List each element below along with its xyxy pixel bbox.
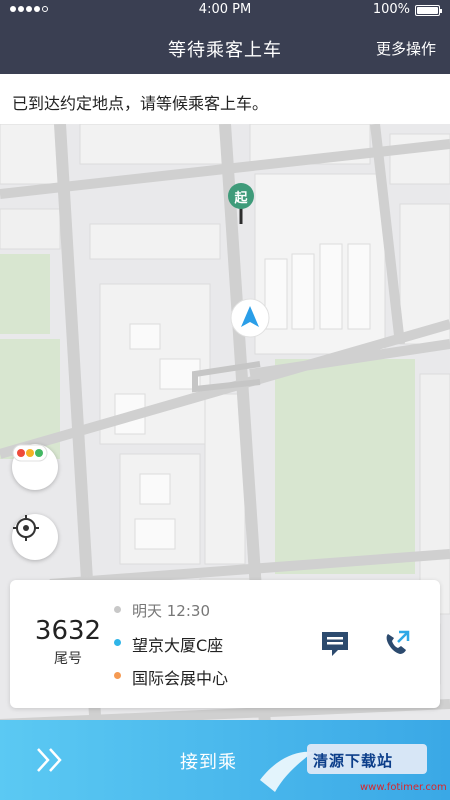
order-card: 3632 尾号 明天 12:30 望京大厦C座 国际会展中心 (10, 580, 440, 708)
dropoff-row: 国际会展中心 (114, 660, 228, 693)
message-icon (322, 632, 348, 656)
status-bar: 4:00 PM 100% (0, 0, 450, 20)
double-chevron-icon (37, 748, 62, 772)
pickup-address: 望京大厦C座 (132, 635, 224, 655)
start-marker: 起 (227, 182, 255, 226)
trip-details: 明天 12:30 望京大厦C座 国际会展中心 (114, 594, 228, 693)
battery-percent: 100% (372, 2, 410, 17)
more-actions-button[interactable]: 更多操作 (376, 38, 436, 59)
arrival-notice: 已到达约定地点，请等候乘客上车。 (0, 74, 450, 124)
plate-number: 3632 (34, 616, 102, 646)
pickup-dot (114, 639, 121, 646)
pickup-row: 望京大厦C座 (114, 627, 228, 660)
start-marker-label: 起 (234, 191, 248, 206)
phone-icon (386, 630, 410, 654)
message-button[interactable] (318, 626, 352, 660)
crosshair-icon (13, 515, 39, 541)
app-header: 4:00 PM 100% 等待乘客上车 更多操作 (0, 0, 450, 74)
dropoff-dot (114, 672, 121, 679)
time-dot (114, 606, 121, 613)
traffic-toggle-button[interactable] (12, 444, 58, 490)
call-button[interactable] (380, 626, 414, 660)
plate-info: 3632 尾号 (28, 616, 108, 668)
current-location-icon (230, 298, 270, 338)
watermark-url: www.fotimer.com (360, 782, 447, 793)
trip-time-row: 明天 12:30 (114, 594, 228, 627)
traffic-light-icon (12, 444, 48, 462)
dropoff-address: 国际会展中心 (132, 668, 229, 688)
confirm-label: 接到乘 (180, 752, 237, 773)
plate-label: 尾号 (54, 651, 82, 667)
locate-button[interactable] (12, 514, 58, 560)
trip-time: 明天 12:30 (132, 602, 210, 620)
battery-icon (415, 5, 442, 16)
watermark-text: 清源下载站 (313, 752, 394, 770)
